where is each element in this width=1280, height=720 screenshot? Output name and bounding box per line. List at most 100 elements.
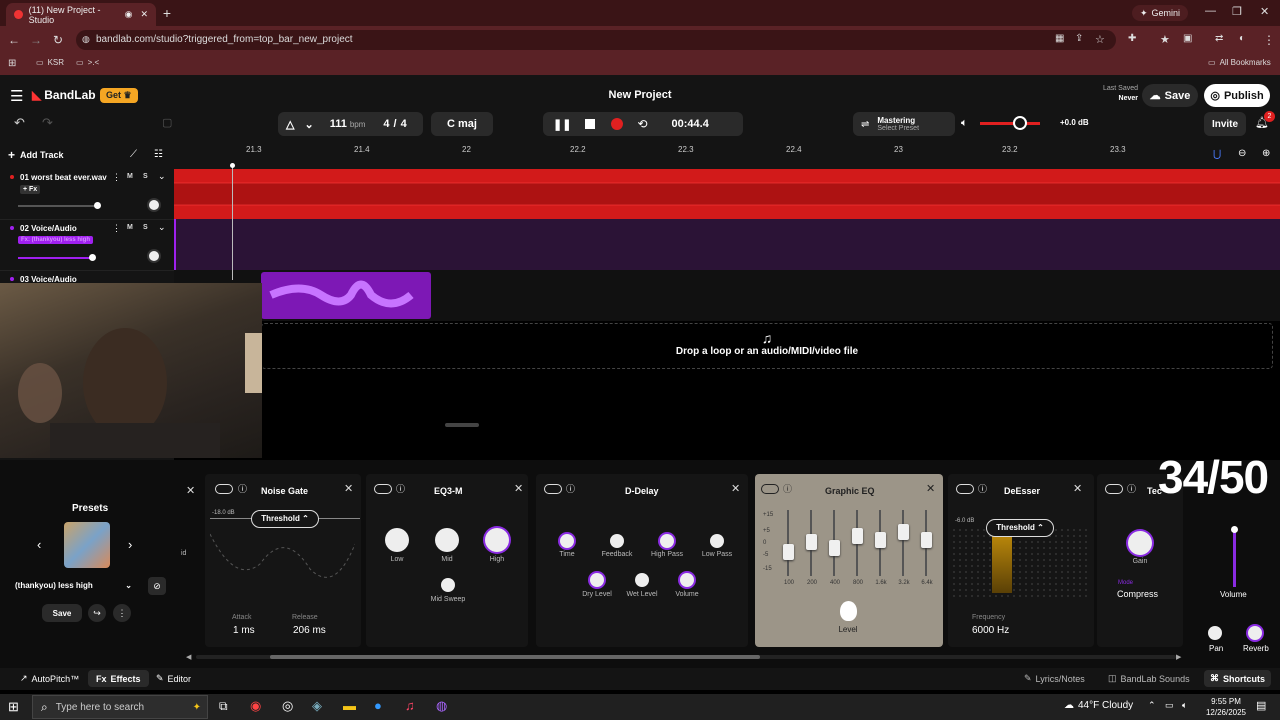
graphic-eq-band-handle[interactable] xyxy=(852,528,863,544)
graphic-eq-level-knob[interactable] xyxy=(840,601,857,621)
info-icon[interactable]: ⓘ xyxy=(783,482,792,495)
lyrics-notes-button[interactable]: ✎ Lyrics/Notes xyxy=(1024,673,1085,684)
clock-date[interactable]: 12/26/2025 xyxy=(1202,708,1250,717)
track-1-pan-knob[interactable] xyxy=(147,198,161,212)
clock-time[interactable]: 9:55 PM xyxy=(1206,697,1246,706)
delay-card[interactable]: ⓘ D-Delay ✕ Time Feedback High Pass Low … xyxy=(536,474,748,647)
time-sig-denominator[interactable]: 4 xyxy=(401,118,407,130)
metronome-chevron-icon[interactable]: ⌄ xyxy=(304,118,313,131)
master-speaker-icon[interactable]: 🔈︎ xyxy=(961,117,968,130)
track-1-volume-slider[interactable] xyxy=(18,205,98,207)
track-area-scrollbar[interactable] xyxy=(445,423,479,427)
pause-icon[interactable]: ❚❚ xyxy=(553,118,571,131)
preset-selector[interactable]: (thankyou) less high ⌄ xyxy=(8,576,140,594)
reload-icon[interactable]: ↻ xyxy=(53,33,63,47)
track-1-menu-icon[interactable]: ⋮ xyxy=(112,172,121,183)
preset-more-icon[interactable]: ⋮ xyxy=(113,604,131,622)
windows-start-icon[interactable]: ⊞ xyxy=(8,699,19,715)
app-taskbar-icon-2[interactable]: ● xyxy=(374,698,382,713)
preset-share-icon[interactable]: ↪ xyxy=(88,604,106,622)
bookmark-ksr[interactable]: ▭ KSR xyxy=(36,58,64,67)
time-sig-numerator[interactable]: 4 xyxy=(383,118,389,130)
effects-tab[interactable]: Fx Effects xyxy=(88,670,149,687)
gemini-button[interactable]: ✦ Gemini xyxy=(1132,5,1189,21)
track-2-solo[interactable]: S xyxy=(143,224,148,231)
delay-feedback-knob[interactable] xyxy=(610,534,624,548)
minimize-icon[interactable]: — xyxy=(1205,5,1216,17)
attack-value[interactable]: 1 ms xyxy=(233,625,255,636)
eq3-card[interactable]: ⓘ EQ3-M ✕ Low Mid High Mid Sweep xyxy=(366,474,528,647)
track-2-fx-badge[interactable]: Fx: (thankyou) less high xyxy=(18,236,94,244)
maximize-icon[interactable]: ❐ xyxy=(1232,5,1242,18)
compressor-gain-knob[interactable] xyxy=(1128,531,1152,555)
redo-icon[interactable]: ↷ xyxy=(42,115,53,131)
bandlab-sounds-button[interactable]: ◫ BandLab Sounds xyxy=(1108,673,1190,684)
deesser-threshold[interactable]: Threshold ⌃ xyxy=(986,519,1054,537)
eq3-low-knob[interactable] xyxy=(385,528,409,552)
delay-close-icon[interactable]: ✕ xyxy=(731,482,740,495)
network-icon[interactable]: ▭ xyxy=(1165,700,1174,711)
preset-save-button[interactable]: Save xyxy=(42,604,82,622)
drop-zone[interactable]: ♫ Drop a loop or an audio/MIDI/video fil… xyxy=(261,323,1273,369)
deesser-card[interactable]: ⓘ DeEsser ✕ -6.0 dB Threshold ⌃ Frequenc… xyxy=(948,474,1094,647)
sidepanel-icon[interactable]: ▣ xyxy=(1183,33,1192,44)
invite-button[interactable]: Invite xyxy=(1204,112,1246,136)
playhead-handle[interactable] xyxy=(230,163,235,168)
track-1-expand-icon[interactable]: ⌄ xyxy=(158,171,166,182)
zoom-out-icon[interactable]: ⊖ xyxy=(1238,148,1246,159)
master-volume-handle[interactable] xyxy=(1013,116,1027,130)
fx-scroll-left-icon[interactable]: ◀ xyxy=(186,653,191,661)
preset-artwork[interactable] xyxy=(64,522,110,568)
graphic-eq-card[interactable]: ⓘ Graphic EQ ✕ +15 +5 0 -5 -15 100 200 400 800 1… xyxy=(755,474,943,647)
release-value[interactable]: 206 ms xyxy=(293,625,326,636)
graphic-eq-band-handle[interactable] xyxy=(921,532,932,548)
master-volume-slider[interactable] xyxy=(980,122,1040,125)
compressor-mode[interactable]: Compress xyxy=(1117,589,1158,599)
delay-wet-knob[interactable] xyxy=(635,573,649,587)
eq3-high-knob[interactable] xyxy=(485,528,509,552)
track-2-menu-icon[interactable]: ⋮ xyxy=(112,223,121,234)
track-2-lane[interactable] xyxy=(174,219,1280,270)
tray-chevron-icon[interactable]: ⌃ xyxy=(1148,700,1156,711)
compressor-toggle[interactable] xyxy=(1105,484,1123,494)
editor-tab[interactable]: ✎ Editor xyxy=(156,673,191,684)
back-icon[interactable]: ← xyxy=(8,33,20,47)
noise-gate-toggle[interactable] xyxy=(215,484,233,494)
track-1-fx-badge[interactable]: + Fx xyxy=(20,185,41,194)
site-info-icon[interactable]: ◍ xyxy=(82,34,90,45)
info-icon[interactable]: ⓘ xyxy=(978,482,987,495)
track-volume-handle[interactable] xyxy=(1231,526,1238,533)
keyboard-icon[interactable]: ▢ xyxy=(162,116,172,129)
all-bookmarks[interactable]: ▭ All Bookmarks xyxy=(1208,58,1271,67)
task-view-icon[interactable]: ⧉ xyxy=(219,699,228,714)
favorites-icon[interactable]: ★ xyxy=(1160,33,1170,46)
extensions-icon[interactable]: ✚ xyxy=(1128,33,1136,44)
deesser-band[interactable] xyxy=(992,536,1012,593)
tempo-control[interactable]: △ ⌄ 111 bpm 4 / 4 xyxy=(278,112,423,136)
track-2-volume-handle[interactable] xyxy=(89,254,96,261)
track-2-expand-icon[interactable]: ⌄ xyxy=(158,222,166,233)
track-2-mute[interactable]: M xyxy=(127,224,133,231)
file-explorer-icon[interactable]: ▬ xyxy=(343,698,356,713)
frequency-value[interactable]: 6000 Hz xyxy=(972,625,1009,636)
track-reverb-knob[interactable] xyxy=(1248,626,1262,640)
forward-icon[interactable]: → xyxy=(30,33,42,47)
app-taskbar-icon-1[interactable]: ◎ xyxy=(282,698,293,714)
stop-icon[interactable] xyxy=(585,119,596,129)
profile-avatar-icon[interactable]: ◐ xyxy=(1239,33,1245,44)
delay-time-knob[interactable] xyxy=(560,534,574,548)
graphic-eq-band-handle[interactable] xyxy=(829,540,840,556)
track-header-2[interactable]: 02 Voice/Audio ⋮ M S ⌄ Fx: (thankyou) le… xyxy=(0,220,174,271)
track-1-volume-handle[interactable] xyxy=(94,202,101,209)
reading-icon[interactable]: ▦ xyxy=(1055,33,1064,44)
profile-sync-icon[interactable]: ⇄ xyxy=(1215,33,1223,44)
timeline-ruler[interactable]: 21.3 21.4 22 22.2 22.3 22.4 23 23.2 23.3 xyxy=(174,141,1280,169)
address-bar[interactable]: bandlab.com/studio?triggered_from=top_ba… xyxy=(76,30,1116,50)
info-icon[interactable]: ⓘ xyxy=(1127,482,1136,495)
track-1-clip[interactable] xyxy=(174,169,1280,219)
track-header-1[interactable]: 01 worst beat ever.wav ⋮ M S ⌄ + Fx xyxy=(0,169,174,220)
info-icon[interactable]: ⓘ xyxy=(396,482,405,495)
eq3-mid-knob[interactable] xyxy=(435,528,459,552)
mastering-button[interactable]: ⇌ Mastering Select Preset xyxy=(853,112,955,136)
delay-volume-knob[interactable] xyxy=(680,573,694,587)
